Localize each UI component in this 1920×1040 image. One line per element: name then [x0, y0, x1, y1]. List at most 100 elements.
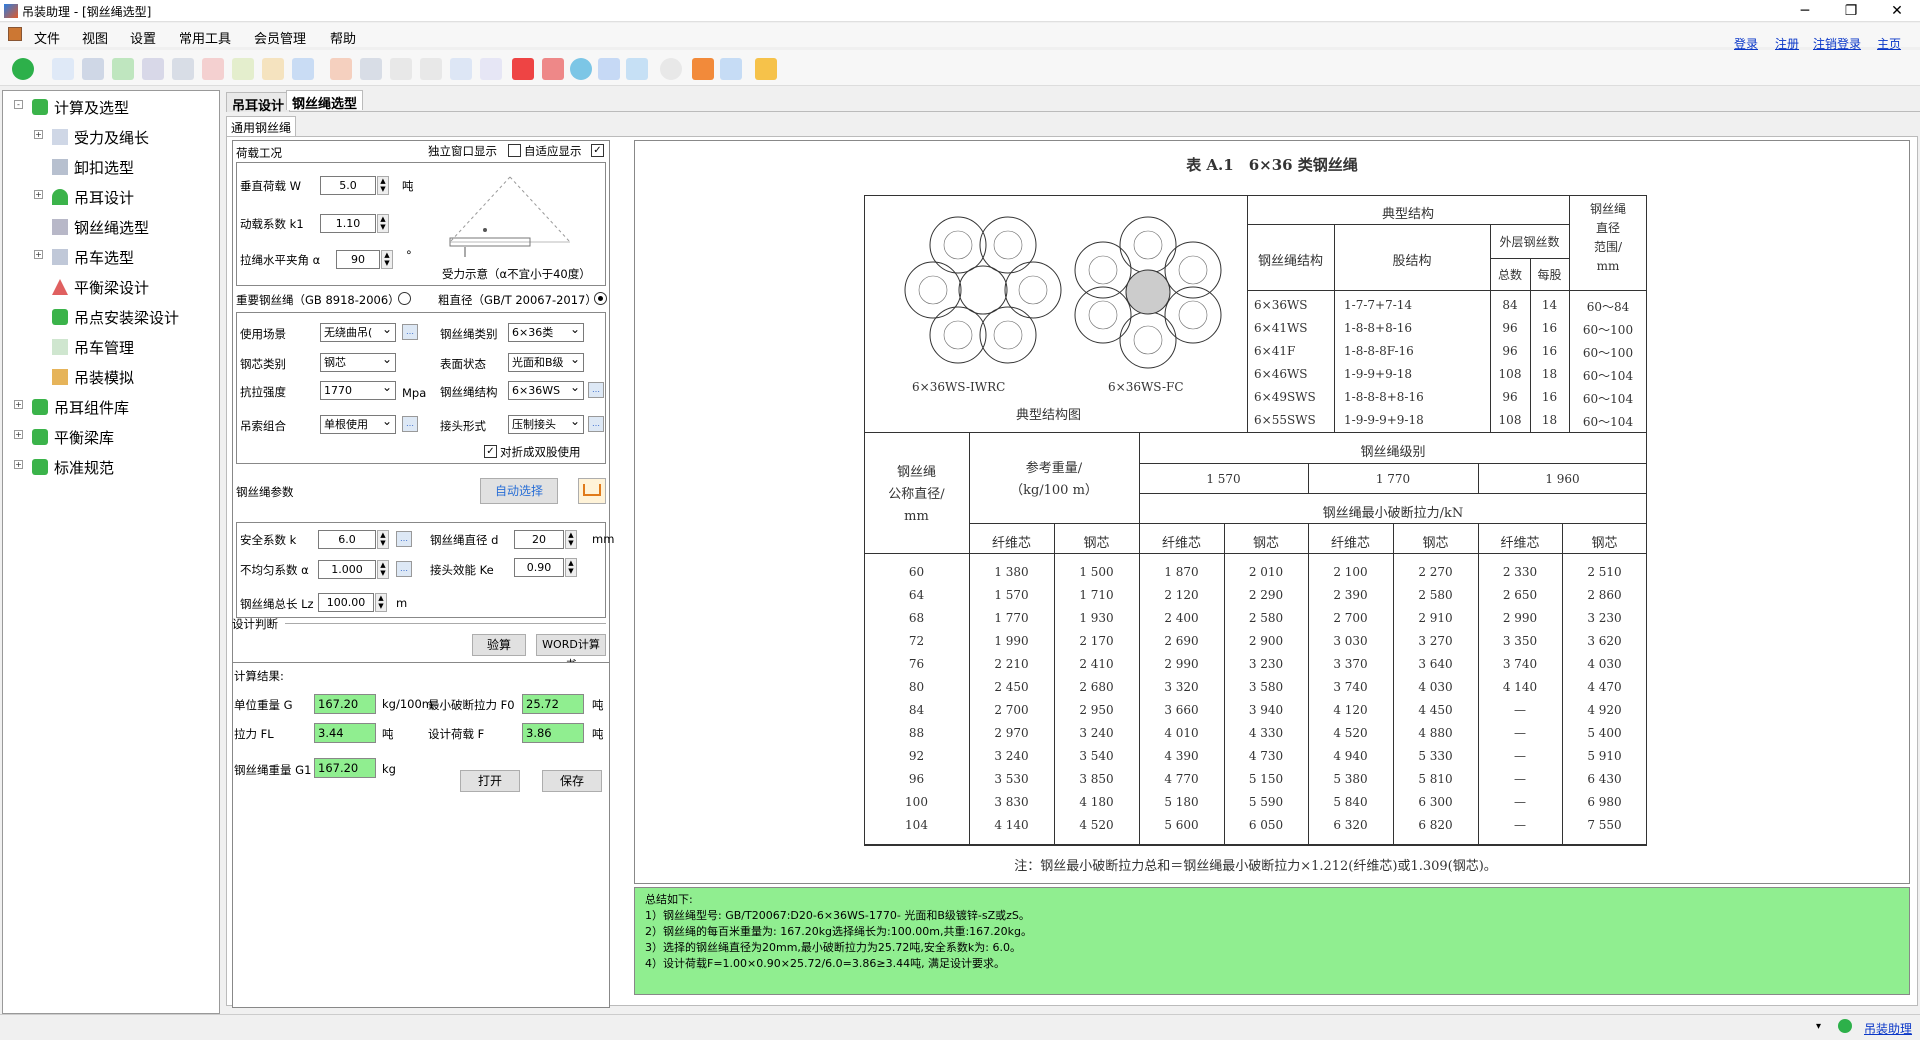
- tree-node-beam-lib[interactable]: + 平衡梁库: [14, 427, 114, 448]
- dynamic-input[interactable]: 1.10: [320, 214, 376, 233]
- restore-icon[interactable]: ❐: [1828, 0, 1874, 22]
- globe-icon[interactable]: [570, 58, 592, 80]
- tab-rope[interactable]: 钢丝绳选型: [286, 90, 364, 112]
- strength-select[interactable]: 1770: [320, 379, 396, 400]
- length-spinner[interactable]: ▲ ▼: [375, 593, 387, 612]
- menu-view[interactable]: 视图: [82, 28, 108, 47]
- safety-input[interactable]: 6.0: [318, 530, 376, 549]
- menu-tools[interactable]: 常用工具: [179, 28, 231, 47]
- tree-node-install[interactable]: 吊点安装梁设计: [52, 307, 179, 328]
- tab-lug[interactable]: 吊耳设计: [226, 92, 291, 114]
- standard-coarse-radio[interactable]: [594, 292, 607, 305]
- word-icon[interactable]: [598, 58, 620, 80]
- standard-important-radio[interactable]: [398, 292, 411, 305]
- expand-icon[interactable]: +: [34, 130, 43, 139]
- exit-icon[interactable]: [692, 58, 714, 80]
- expand-icon[interactable]: +: [14, 400, 23, 409]
- shackle-tool-icon[interactable]: [82, 58, 104, 80]
- type-select[interactable]: 6×36类: [508, 321, 584, 342]
- vertical-load-input[interactable]: 5.0: [320, 176, 376, 195]
- close-icon[interactable]: ✕: [1874, 0, 1920, 22]
- open-button[interactable]: 打开: [460, 770, 520, 792]
- cart-icon[interactable]: [755, 58, 777, 80]
- text-tool-icon[interactable]: [330, 58, 352, 80]
- uneven-info-icon[interactable]: …: [396, 561, 412, 577]
- menu-help[interactable]: 帮助: [330, 28, 356, 47]
- angle-input[interactable]: 90: [336, 250, 380, 269]
- uneven-spinner[interactable]: ▲ ▼: [377, 560, 389, 579]
- scene-info-icon[interactable]: …: [402, 324, 418, 340]
- independent-checkbox[interactable]: [508, 144, 521, 157]
- tree-node-rope[interactable]: 钢丝绳选型: [52, 217, 149, 238]
- cart-button[interactable]: [578, 478, 606, 504]
- collapse-icon[interactable]: -: [14, 100, 23, 109]
- tree-node-standards[interactable]: + 标准规范: [14, 457, 114, 478]
- diameter-input[interactable]: 20: [514, 530, 564, 549]
- combo-select[interactable]: 单根使用: [320, 413, 396, 434]
- efficiency-spinner[interactable]: ▲ ▼: [565, 558, 577, 577]
- about-icon[interactable]: [720, 58, 742, 80]
- expand-icon[interactable]: +: [14, 460, 23, 469]
- tree-node-lug[interactable]: + 吊耳设计: [34, 187, 134, 208]
- tree-node-crane[interactable]: + 吊车选型: [34, 247, 134, 268]
- structure-info-icon[interactable]: …: [588, 382, 604, 398]
- tree-node-manage[interactable]: 吊车管理: [52, 337, 134, 358]
- calculator-icon[interactable]: [360, 58, 382, 80]
- diameter-spinner[interactable]: ▲ ▼: [565, 530, 577, 549]
- adaptive-checkbox[interactable]: ✓: [591, 144, 604, 157]
- safety-spinner[interactable]: ▲ ▼: [377, 530, 389, 549]
- surface-select[interactable]: 光面和B级: [508, 351, 584, 372]
- compass-icon[interactable]: [420, 58, 442, 80]
- angle-spinner[interactable]: ▲ ▼: [381, 250, 393, 269]
- crane-manage-icon[interactable]: [262, 58, 284, 80]
- expand-icon[interactable]: +: [34, 190, 43, 199]
- minimize-icon[interactable]: ─: [1782, 0, 1828, 22]
- word-button[interactable]: WORD计算书: [536, 634, 606, 671]
- simulate-icon[interactable]: [292, 58, 314, 80]
- menu-settings[interactable]: 设置: [130, 28, 156, 47]
- pen-icon[interactable]: [480, 58, 502, 80]
- pdf-icon[interactable]: [512, 58, 534, 80]
- tree-node-calc[interactable]: - 计算及选型: [14, 97, 129, 118]
- check-button[interactable]: 验算: [472, 634, 526, 656]
- rope-tool-icon[interactable]: [142, 58, 164, 80]
- structure-select[interactable]: 6×36WS: [508, 379, 584, 400]
- info-icon[interactable]: [660, 58, 682, 80]
- app-menu-icon[interactable]: [8, 27, 22, 41]
- fold-checkbox[interactable]: ✓: [484, 445, 497, 458]
- tree-node-lug-lib[interactable]: + 吊耳组件库: [14, 397, 129, 418]
- core-select[interactable]: 钢芯: [320, 351, 396, 372]
- drawing-icon[interactable]: [450, 58, 472, 80]
- beam-tool-icon[interactable]: [202, 58, 224, 80]
- expand-icon[interactable]: +: [14, 430, 23, 439]
- safety-info-icon[interactable]: …: [396, 531, 412, 547]
- status-dropdown-icon[interactable]: ▾: [1816, 1021, 1821, 1032]
- font-icon[interactable]: [542, 58, 564, 80]
- tree-node-simulate[interactable]: 吊装模拟: [52, 367, 134, 388]
- expand-icon[interactable]: +: [34, 250, 43, 259]
- auto-select-button[interactable]: 自动选择: [480, 478, 558, 504]
- efficiency-input[interactable]: 0.90: [514, 558, 564, 577]
- menu-file[interactable]: 文件: [34, 28, 60, 47]
- joint-info-icon[interactable]: …: [588, 416, 604, 432]
- uneven-input[interactable]: 1.000: [318, 560, 376, 579]
- save-button[interactable]: 保存: [542, 770, 602, 792]
- subtab-general[interactable]: 通用钢丝绳: [226, 116, 297, 136]
- lug-tool-icon[interactable]: [112, 58, 134, 80]
- vertical-load-spinner[interactable]: ▲ ▼: [377, 176, 389, 195]
- document-icon[interactable]: [626, 58, 648, 80]
- hook-tool-icon[interactable]: [52, 58, 74, 80]
- app-logo-icon[interactable]: [12, 58, 34, 80]
- tree-node-shackle[interactable]: 卸扣选型: [52, 157, 134, 178]
- tree-node-beam[interactable]: 平衡梁设计: [52, 277, 149, 298]
- crane-tool-icon[interactable]: [172, 58, 194, 80]
- tree-node-force[interactable]: + 受力及绳长: [34, 127, 149, 148]
- length-input[interactable]: 100.00: [318, 593, 374, 612]
- menu-member[interactable]: 会员管理: [254, 28, 306, 47]
- install-beam-icon[interactable]: [232, 58, 254, 80]
- scene-select[interactable]: 无绕曲吊(: [320, 321, 396, 342]
- scissors-icon[interactable]: [390, 58, 412, 80]
- status-app-link[interactable]: 吊装助理: [1864, 1020, 1912, 1037]
- combo-info-icon[interactable]: …: [402, 416, 418, 432]
- dynamic-spinner[interactable]: ▲ ▼: [377, 214, 389, 233]
